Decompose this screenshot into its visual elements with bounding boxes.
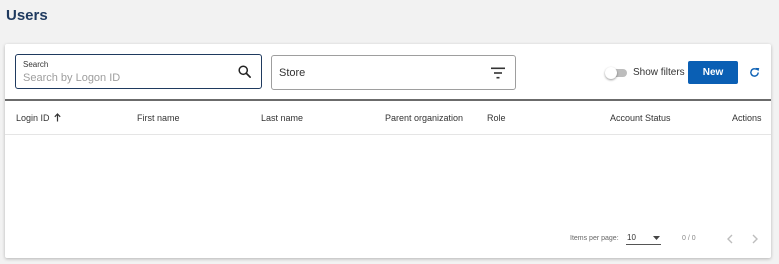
table-header: Login ID First name Last name Parent org…: [5, 101, 771, 135]
search-label: Search: [23, 60, 49, 69]
page-size-select[interactable]: 10: [626, 231, 661, 245]
users-card: Search Store Show filters New Login ID: [5, 44, 771, 258]
filter-icon[interactable]: [491, 67, 505, 79]
column-header-parent-organization[interactable]: Parent organization: [385, 113, 463, 123]
column-header-last-name[interactable]: Last name: [261, 113, 303, 123]
store-label: Store: [279, 67, 306, 79]
caret-down-icon: [653, 236, 660, 240]
refresh-icon[interactable]: [749, 67, 760, 78]
search-input[interactable]: [23, 71, 223, 85]
page-size-value: 10: [627, 233, 636, 242]
column-label: Login ID: [16, 113, 50, 123]
page-range-label: 0 / 0: [682, 235, 696, 242]
chevron-right-icon[interactable]: [750, 234, 759, 244]
toggle-knob: [605, 67, 617, 79]
store-select[interactable]: Store: [271, 55, 516, 90]
column-header-role[interactable]: Role: [487, 113, 506, 123]
column-header-login-id[interactable]: Login ID: [16, 113, 61, 123]
column-header-first-name[interactable]: First name: [137, 113, 180, 123]
new-user-button[interactable]: New: [688, 61, 738, 84]
show-filters-toggle[interactable]: [605, 67, 629, 79]
search-icon[interactable]: [237, 64, 252, 79]
search-field[interactable]: Search: [15, 54, 262, 89]
show-filters-label[interactable]: Show filters: [633, 67, 685, 78]
column-header-actions: Actions: [732, 113, 762, 123]
items-per-page-label: Items per page:: [570, 235, 619, 242]
chevron-left-icon[interactable]: [726, 234, 735, 244]
column-header-account-status[interactable]: Account Status: [610, 113, 671, 123]
page-title: Users: [6, 7, 48, 24]
arrow-up-icon: [53, 113, 61, 122]
